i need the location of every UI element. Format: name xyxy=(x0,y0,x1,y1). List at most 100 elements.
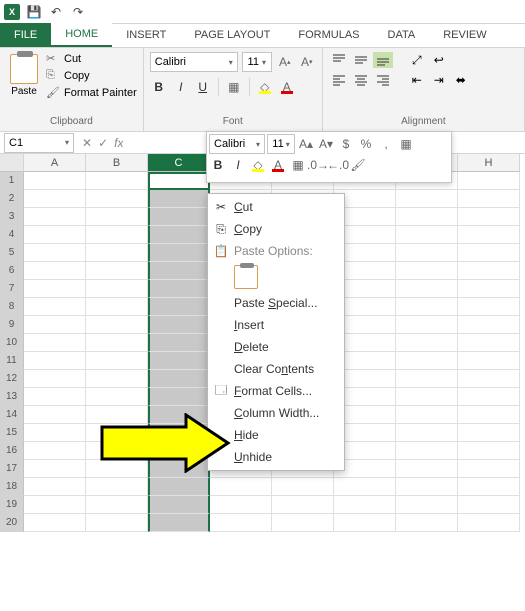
ctx-format-cells[interactable]: 🗔Format Cells... xyxy=(208,380,344,402)
row-header[interactable]: 2 xyxy=(0,190,24,208)
cell[interactable] xyxy=(148,208,210,226)
cell[interactable] xyxy=(86,316,148,334)
save-icon[interactable]: 💾 xyxy=(26,4,42,20)
cell[interactable] xyxy=(396,190,458,208)
cell[interactable] xyxy=(148,226,210,244)
cell[interactable] xyxy=(458,496,520,514)
cell[interactable] xyxy=(86,244,148,262)
cell[interactable] xyxy=(86,262,148,280)
row-header[interactable]: 1 xyxy=(0,172,24,190)
cell[interactable] xyxy=(86,514,148,532)
cell[interactable] xyxy=(86,172,148,190)
cell[interactable] xyxy=(86,496,148,514)
mini-format-painter-icon[interactable]: 🖌 xyxy=(349,156,367,174)
ctx-clear-contents[interactable]: Clear Contents xyxy=(208,358,344,380)
cell[interactable] xyxy=(396,226,458,244)
cell[interactable] xyxy=(272,496,334,514)
row-header[interactable]: 7 xyxy=(0,280,24,298)
mini-border2-icon[interactable]: ▦ xyxy=(289,156,307,174)
row-header[interactable]: 12 xyxy=(0,370,24,388)
row-header[interactable]: 13 xyxy=(0,388,24,406)
cell[interactable] xyxy=(334,478,396,496)
undo-icon[interactable]: ↶ xyxy=(48,4,64,20)
row-header[interactable]: 15 xyxy=(0,424,24,442)
mini-decimal-dec-icon[interactable]: ←.0 xyxy=(329,156,347,174)
row-header[interactable]: 8 xyxy=(0,298,24,316)
cell[interactable] xyxy=(148,514,210,532)
tab-review[interactable]: REVIEW xyxy=(429,23,500,47)
cell[interactable] xyxy=(396,514,458,532)
cell[interactable] xyxy=(24,298,86,316)
merge-center-icon[interactable]: ⬌ xyxy=(451,72,471,88)
decrease-font-icon[interactable]: A▾ xyxy=(298,53,316,71)
orientation-icon[interactable]: ⤢ xyxy=(407,52,427,68)
row-header[interactable]: 20 xyxy=(0,514,24,532)
cell[interactable] xyxy=(396,406,458,424)
cell[interactable] xyxy=(396,298,458,316)
cell[interactable] xyxy=(458,442,520,460)
cell[interactable] xyxy=(396,370,458,388)
redo-icon[interactable]: ↷ xyxy=(70,4,86,20)
cell[interactable] xyxy=(458,460,520,478)
cell[interactable] xyxy=(458,262,520,280)
cell[interactable] xyxy=(24,370,86,388)
cell[interactable] xyxy=(24,316,86,334)
cell[interactable] xyxy=(210,514,272,532)
cell[interactable] xyxy=(86,352,148,370)
mini-size-select[interactable]: 11▾ xyxy=(267,134,295,154)
cell[interactable] xyxy=(24,442,86,460)
cell[interactable] xyxy=(458,370,520,388)
borders-button[interactable]: ▦ xyxy=(225,78,243,96)
tab-file[interactable]: FILE xyxy=(0,23,51,47)
italic-button[interactable]: I xyxy=(172,78,190,96)
mini-fill-color-icon[interactable]: ◇ xyxy=(249,156,267,174)
cell[interactable] xyxy=(396,496,458,514)
mini-italic-button[interactable]: I xyxy=(229,156,247,174)
cell[interactable] xyxy=(210,478,272,496)
cell[interactable] xyxy=(24,406,86,424)
cell[interactable] xyxy=(24,244,86,262)
cell[interactable] xyxy=(458,208,520,226)
mini-currency-icon[interactable]: $ xyxy=(337,135,355,153)
cell[interactable] xyxy=(458,190,520,208)
cell[interactable] xyxy=(148,316,210,334)
row-header[interactable]: 6 xyxy=(0,262,24,280)
cell[interactable] xyxy=(396,388,458,406)
cell[interactable] xyxy=(334,514,396,532)
tab-home[interactable]: HOME xyxy=(51,23,112,47)
cell[interactable] xyxy=(396,208,458,226)
decrease-indent-icon[interactable]: ⇤ xyxy=(407,72,427,88)
cell[interactable] xyxy=(458,388,520,406)
cell[interactable] xyxy=(148,298,210,316)
mini-increase-font-icon[interactable]: A▴ xyxy=(297,135,315,153)
tab-page-layout[interactable]: PAGE LAYOUT xyxy=(180,23,284,47)
cell[interactable] xyxy=(396,478,458,496)
tab-data[interactable]: DATA xyxy=(374,23,430,47)
ctx-paste-option-default[interactable] xyxy=(208,262,344,292)
wrap-text-icon[interactable]: ↩ xyxy=(429,52,449,68)
fx-icon[interactable]: fx xyxy=(114,136,123,150)
cell[interactable] xyxy=(458,478,520,496)
cell[interactable] xyxy=(24,496,86,514)
cell[interactable] xyxy=(24,172,86,190)
mini-percent-icon[interactable]: % xyxy=(357,135,375,153)
cell[interactable] xyxy=(86,226,148,244)
cell[interactable] xyxy=(24,424,86,442)
row-header[interactable]: 19 xyxy=(0,496,24,514)
mini-bold-button[interactable]: B xyxy=(209,156,227,174)
cell[interactable] xyxy=(24,208,86,226)
paste-button[interactable]: Paste xyxy=(6,52,42,114)
row-header[interactable]: 4 xyxy=(0,226,24,244)
ctx-delete[interactable]: Delete xyxy=(208,336,344,358)
cell[interactable] xyxy=(148,244,210,262)
cell[interactable] xyxy=(24,514,86,532)
cell[interactable] xyxy=(24,334,86,352)
row-header[interactable]: 5 xyxy=(0,244,24,262)
cell[interactable] xyxy=(458,226,520,244)
bold-button[interactable]: B xyxy=(150,78,168,96)
cell[interactable] xyxy=(24,280,86,298)
underline-button[interactable]: U xyxy=(194,78,212,96)
cell[interactable] xyxy=(458,280,520,298)
cell[interactable] xyxy=(86,208,148,226)
align-right-icon[interactable] xyxy=(373,72,393,88)
